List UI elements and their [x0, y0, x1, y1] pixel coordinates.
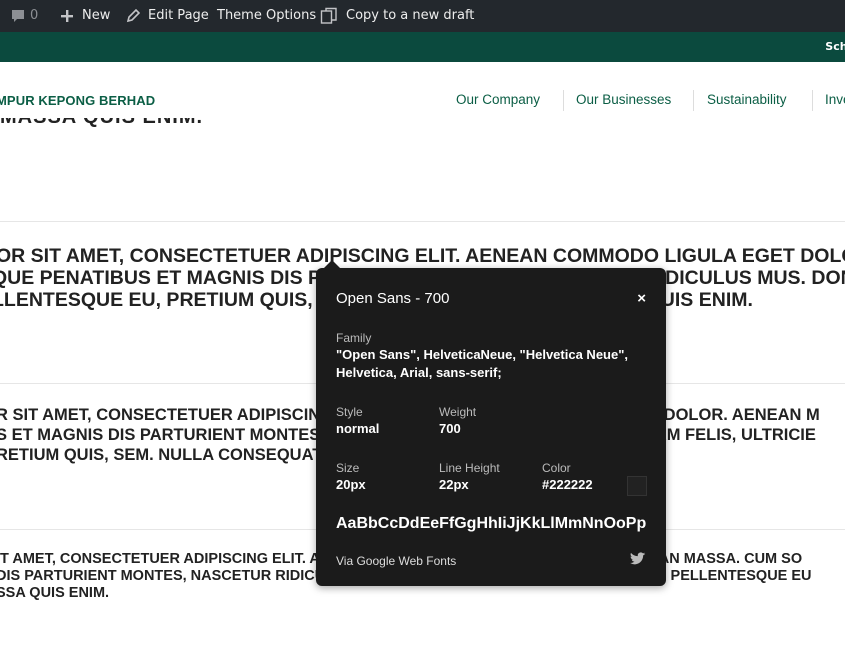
- divider: [0, 221, 845, 222]
- weight-value: 700: [439, 421, 461, 436]
- comment-icon: [10, 8, 26, 24]
- family-label: Family: [336, 331, 372, 345]
- color-value: #222222: [542, 477, 593, 492]
- copy-draft-label: Copy to a new draft: [346, 8, 475, 23]
- text-line: SSA QUIS ENIM.: [0, 585, 110, 601]
- pencil-icon: [126, 9, 140, 23]
- new-label: New: [82, 8, 111, 23]
- copy-draft-link[interactable]: Copy to a new draft: [320, 0, 474, 32]
- admin-bar: 0 New Edit Page Theme Options Copy to a …: [0, 0, 845, 32]
- weight-label: Weight: [439, 405, 477, 419]
- size-label: Size: [336, 461, 360, 475]
- copy-icon: [320, 7, 338, 25]
- nav-investors[interactable]: Inve: [825, 92, 845, 107]
- color-swatch: [627, 476, 647, 496]
- nav-divider: [693, 90, 694, 111]
- top-utility-strip: Sche: [0, 32, 845, 62]
- clipped-heading: MASSA QUIS ENIM.: [0, 118, 203, 142]
- nav-our-businesses[interactable]: Our Businesses: [576, 92, 671, 107]
- style-label: Style: [336, 405, 363, 419]
- new-content-menu[interactable]: New: [60, 0, 110, 32]
- edit-page-link[interactable]: Edit Page: [126, 0, 209, 32]
- style-value: normal: [336, 421, 380, 436]
- theme-options-link[interactable]: Theme Options: [217, 0, 316, 32]
- font-inspector-popup: Open Sans - 700 × Family "Open Sans", He…: [316, 260, 666, 586]
- popup-title: Open Sans - 700: [336, 290, 450, 307]
- top-strip-link[interactable]: Sche: [825, 32, 845, 62]
- nav-divider: [563, 90, 564, 111]
- family-value: "Open Sans", HelveticaNeue, "Helvetica N…: [336, 347, 628, 380]
- font-sample-text: AaBbCcDdEeFfGgHhIiJjKkLlMmNnOoPpQqRrSsTt…: [336, 515, 646, 532]
- line-height-value: 22px: [439, 477, 469, 492]
- nav-divider: [812, 90, 813, 111]
- edit-page-label: Edit Page: [148, 8, 209, 23]
- via-google-web-fonts-link[interactable]: Via Google Web Fonts: [336, 554, 456, 568]
- theme-options-label: Theme Options: [217, 8, 317, 23]
- comments-menu[interactable]: 0: [10, 0, 38, 32]
- close-button[interactable]: ×: [637, 290, 646, 307]
- nav-our-company[interactable]: Our Company: [456, 92, 540, 107]
- site-brand[interactable]: MPUR KEPONG BERHAD: [0, 93, 155, 108]
- twitter-icon[interactable]: [630, 552, 646, 571]
- plus-icon: [60, 9, 74, 23]
- text-line: OR SIT AMET, CONSECTETUER ADIPISCING ELI…: [0, 245, 845, 267]
- size-value: 20px: [336, 477, 366, 492]
- comments-count: 0: [30, 8, 39, 23]
- popup-caret: [324, 260, 340, 268]
- line-height-label: Line Height: [439, 461, 500, 475]
- nav-sustainability[interactable]: Sustainability: [707, 92, 787, 107]
- color-label: Color: [542, 461, 571, 475]
